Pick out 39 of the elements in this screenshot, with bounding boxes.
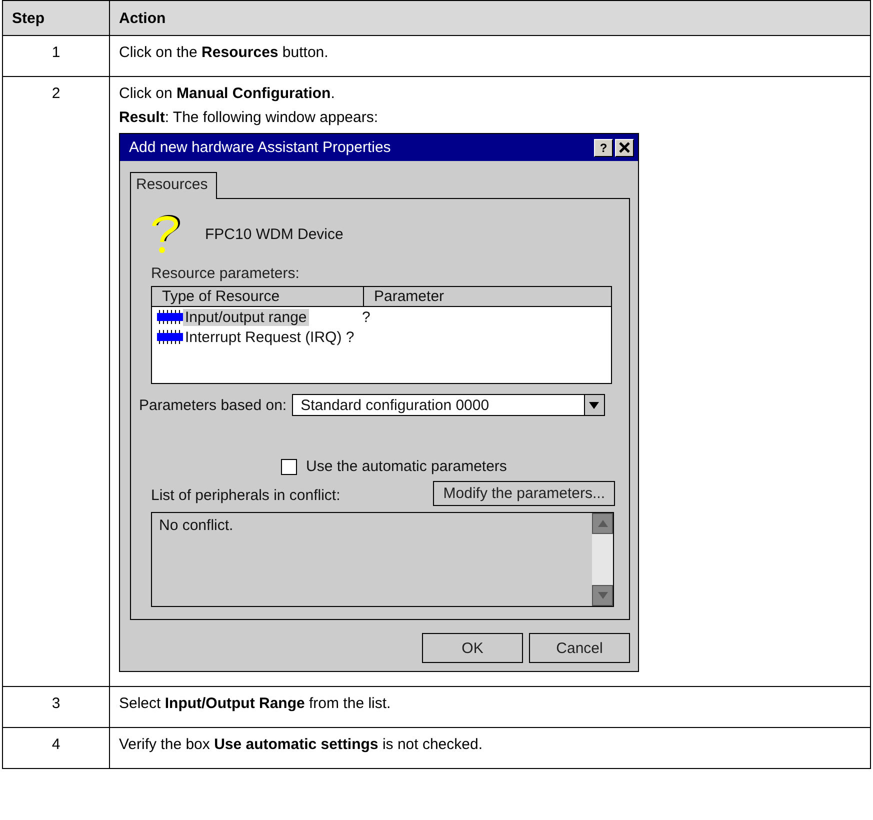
resource-type[interactable]: Interrupt Request (IRQ) ?: [183, 328, 356, 346]
tab[interactable]: Resources: [130, 172, 217, 199]
column-header[interactable]: Type of Resource: [152, 287, 364, 306]
chip-icon: [157, 310, 183, 324]
result-text: Result: The following window appears:: [119, 109, 380, 127]
action-text: Select Input/Output Range from the list.: [119, 695, 392, 713]
close-icon: [619, 142, 630, 153]
dialog-button[interactable]: Cancel: [529, 633, 630, 663]
column-header: Action: [110, 0, 870, 36]
parameters-label: Parameters based on:: [139, 396, 287, 414]
step-number: 4: [2, 728, 110, 768]
action-text: Verify the box Use automatic settings is not checked.: [119, 736, 484, 754]
configuration-dropdown[interactable]: Standard configuration 0000: [292, 394, 605, 416]
dropdown-button[interactable]: [584, 395, 604, 415]
dropdown-caret-icon: [589, 402, 600, 408]
dialog-title: Add new hardware Assistant Properties: [129, 139, 391, 156]
device-name: FPC10 WDM Device: [205, 226, 344, 242]
close-button[interactable]: [615, 138, 634, 156]
up-arrow-icon: [598, 520, 608, 527]
checkbox[interactable]: [281, 458, 297, 474]
checkbox-label: Use the automatic parameters: [306, 458, 507, 475]
resource-type[interactable]: Input/output range: [183, 308, 309, 326]
chip-icon: [157, 330, 183, 344]
step-number: 1: [2, 36, 110, 76]
step-number: 2: [2, 76, 110, 686]
step-number: 3: [2, 686, 110, 728]
resource-parameters-label: Resource parameters:: [151, 265, 300, 282]
down-arrow-icon: [598, 592, 608, 599]
action-text: Click on Manual Configuration.: [119, 85, 336, 103]
question-mark-icon: [151, 213, 183, 255]
column-header[interactable]: Parameter: [364, 287, 611, 306]
dialog-button[interactable]: OK: [422, 633, 523, 663]
help-button[interactable]: ?: [594, 138, 613, 156]
conflict-item: No conflict.: [159, 517, 234, 534]
resource-parameter: ?: [362, 308, 370, 326]
action-text: Click on the Resources button.: [119, 44, 330, 62]
conflict-label: List of peripherals in conflict:: [151, 487, 340, 504]
column-header: Step: [2, 0, 110, 36]
modify-parameters-button[interactable]: Modify the parameters...: [433, 481, 615, 506]
